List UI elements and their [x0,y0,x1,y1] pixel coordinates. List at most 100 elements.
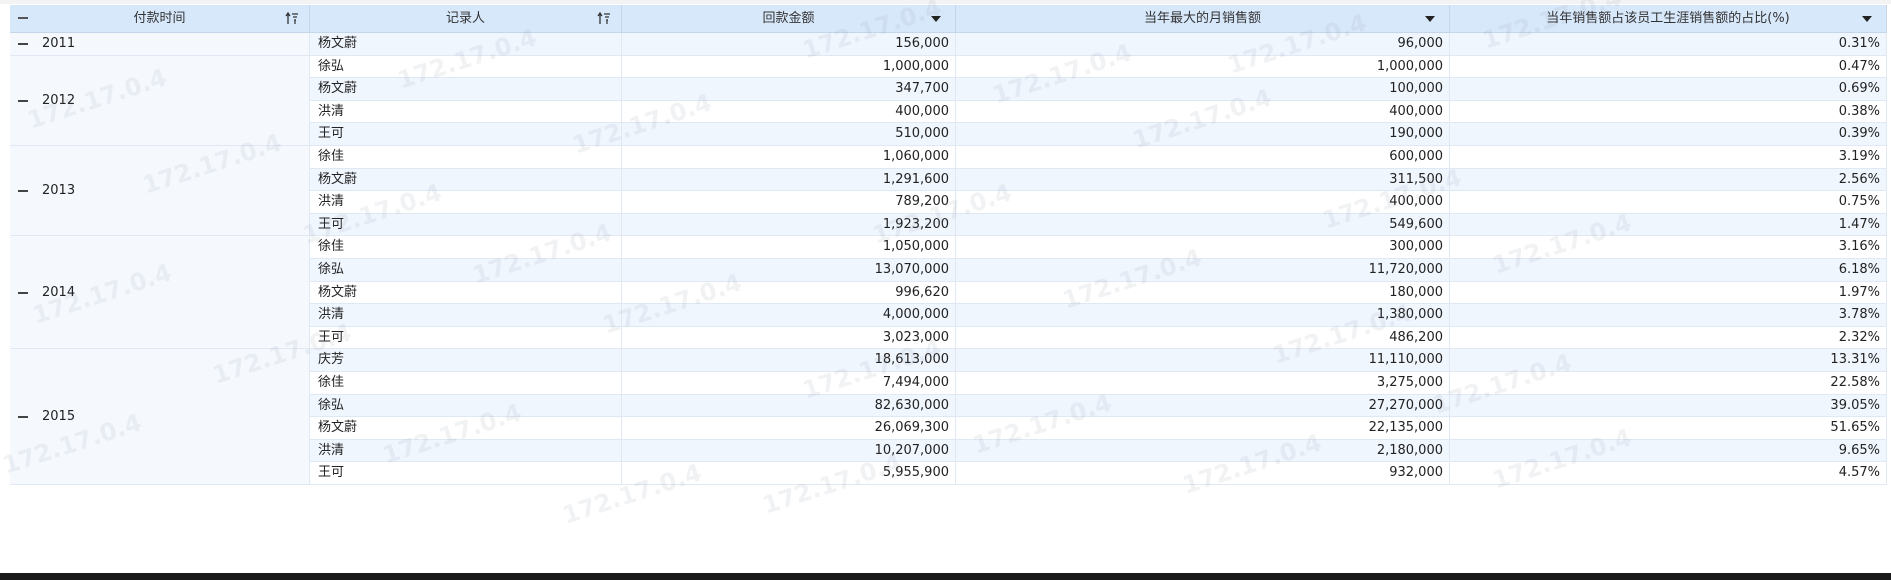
recorder-cell: 庆芳 [310,349,622,372]
max-month-sales-cell: 2,180,000 [956,439,1450,463]
table-row[interactable]: 杨文蔚 26,069,300 22,135,000 51.65% [310,417,1887,440]
sales-ratio-cell: 9.65% [1450,439,1887,463]
amount-cell: 10,207,000 [622,439,956,463]
amount-cell: 510,000 [622,123,956,146]
year-group-cell: 2015 [10,349,310,485]
max-month-sales-cell: 486,200 [956,326,1450,350]
max-month-sales-cell: 400,000 [956,100,1450,124]
collapse-all-icon[interactable] [18,17,28,19]
year-label: 2015 [42,409,76,425]
table-row[interactable]: 杨文蔚 347,700 100,000 0.69% [310,78,1887,101]
collapse-icon[interactable] [18,291,28,294]
max-month-sales-cell: 1,000,000 [956,55,1450,79]
recorder-cell: 徐弘 [310,55,622,79]
table-row[interactable]: 杨文蔚 156,000 96,000 0.31% [310,33,1887,56]
header-label: 回款金额 [762,11,815,26]
table-row[interactable]: 王可 510,000 190,000 0.39% [310,123,1887,146]
table-row[interactable]: 庆芳 18,613,000 11,110,000 13.31% [310,349,1887,372]
taskbar-edge [0,573,1891,580]
sales-ratio-cell: 1.97% [1450,281,1887,305]
table-row[interactable]: 王可 3,023,000 486,200 2.32% [310,326,1887,350]
sales-ratio-cell: 51.65% [1450,417,1887,440]
amount-cell: 7,494,000 [622,372,956,395]
year-group-cell: 2011 [10,33,310,56]
header-max-month-sales[interactable]: 当年最大的月销售额 [956,5,1450,32]
sales-ratio-cell: 2.56% [1450,168,1887,192]
table-header: 付款时间 记录人 回款金额 当年最大的月销售额 当年销售额占该员工生涯销售额的占… [10,5,1887,33]
amount-cell: 1,291,600 [622,168,956,192]
table-row[interactable]: 杨文蔚 996,620 180,000 1.97% [310,281,1887,305]
sales-ratio-cell: 22.58% [1450,372,1887,395]
sales-ratio-cell: 0.39% [1450,123,1887,146]
recorder-cell: 徐佳 [310,236,622,259]
max-month-sales-cell: 180,000 [956,281,1450,305]
header-sales-ratio[interactable]: 当年销售额占该员工生涯销售额的占比(%) [1450,5,1887,32]
recorder-cell: 王可 [310,123,622,146]
sales-ratio-cell: 3.78% [1450,304,1887,327]
table-row[interactable]: 洪清 10,207,000 2,180,000 9.65% [310,439,1887,463]
max-month-sales-cell: 100,000 [956,78,1450,101]
table-row[interactable]: 杨文蔚 1,291,600 311,500 2.56% [310,168,1887,192]
table-row[interactable]: 徐佳 1,060,000 600,000 3.19% [310,146,1887,169]
table-row[interactable]: 洪清 4,000,000 1,380,000 3.78% [310,304,1887,327]
amount-cell: 82,630,000 [622,394,956,418]
header-recorder[interactable]: 记录人 [310,5,622,32]
max-month-sales-cell: 190,000 [956,123,1450,146]
collapse-icon[interactable] [18,43,28,46]
header-label: 当年销售额占该员工生涯销售额的占比(%) [1546,11,1790,26]
year-group-cell: 2012 [10,55,310,146]
sales-ratio-cell: 2.32% [1450,326,1887,350]
amount-cell: 1,060,000 [622,146,956,169]
amount-cell: 3,023,000 [622,326,956,350]
year-label: 2011 [42,36,76,52]
sort-filter-icon[interactable] [285,12,299,25]
table-row[interactable]: 洪清 789,200 400,000 0.75% [310,191,1887,214]
recorder-cell: 王可 [310,462,622,485]
recorder-cell: 杨文蔚 [310,78,622,101]
window-top-edge [0,0,1891,4]
recorder-cell: 杨文蔚 [310,417,622,440]
sales-ratio-cell: 0.69% [1450,78,1887,101]
recorder-cell: 洪清 [310,191,622,214]
amount-cell: 1,923,200 [622,213,956,237]
table-row[interactable]: 徐佳 1,050,000 300,000 3.16% [310,236,1887,259]
recorder-cell: 洪清 [310,439,622,463]
max-month-sales-cell: 11,720,000 [956,259,1450,282]
recorder-cell: 杨文蔚 [310,281,622,305]
table-row[interactable]: 徐弘 82,630,000 27,270,000 39.05% [310,394,1887,418]
recorder-cell: 徐弘 [310,259,622,282]
recorder-cell: 洪清 [310,304,622,327]
table-row[interactable]: 王可 5,955,900 932,000 4.57% [310,462,1887,485]
sort-filter-icon[interactable] [597,12,611,25]
table-row[interactable]: 王可 1,923,200 549,600 1.47% [310,213,1887,237]
year-group-cell: 2013 [10,146,310,237]
amount-cell: 996,620 [622,281,956,305]
amount-cell: 1,000,000 [622,55,956,79]
dropdown-arrow-icon[interactable] [1425,16,1435,22]
recorder-cell: 徐弘 [310,394,622,418]
recorder-cell: 王可 [310,213,622,237]
amount-cell: 1,050,000 [622,236,956,259]
amount-cell: 4,000,000 [622,304,956,327]
sales-ratio-cell: 1.47% [1450,213,1887,237]
header-label: 当年最大的月销售额 [1143,11,1261,26]
table-row[interactable]: 洪清 400,000 400,000 0.38% [310,100,1887,124]
collapse-icon[interactable] [18,416,28,419]
max-month-sales-cell: 549,600 [956,213,1450,237]
table-row[interactable]: 徐弘 1,000,000 1,000,000 0.47% [310,55,1887,79]
header-amount[interactable]: 回款金额 [622,5,956,32]
collapse-icon[interactable] [18,190,28,193]
header-payment-time[interactable]: 付款时间 [10,5,310,32]
dropdown-arrow-icon[interactable] [1862,16,1872,22]
table-row[interactable]: 徐弘 13,070,000 11,720,000 6.18% [310,259,1887,282]
recorder-cell: 杨文蔚 [310,168,622,192]
sales-ratio-cell: 0.38% [1450,100,1887,124]
dropdown-arrow-icon[interactable] [931,16,941,22]
table-row[interactable]: 徐佳 7,494,000 3,275,000 22.58% [310,372,1887,395]
sales-ratio-cell: 0.47% [1450,55,1887,79]
collapse-icon[interactable] [18,99,28,102]
sales-ratio-cell: 0.75% [1450,191,1887,214]
amount-cell: 5,955,900 [622,462,956,485]
year-label: 2013 [42,183,76,199]
max-month-sales-cell: 27,270,000 [956,394,1450,418]
